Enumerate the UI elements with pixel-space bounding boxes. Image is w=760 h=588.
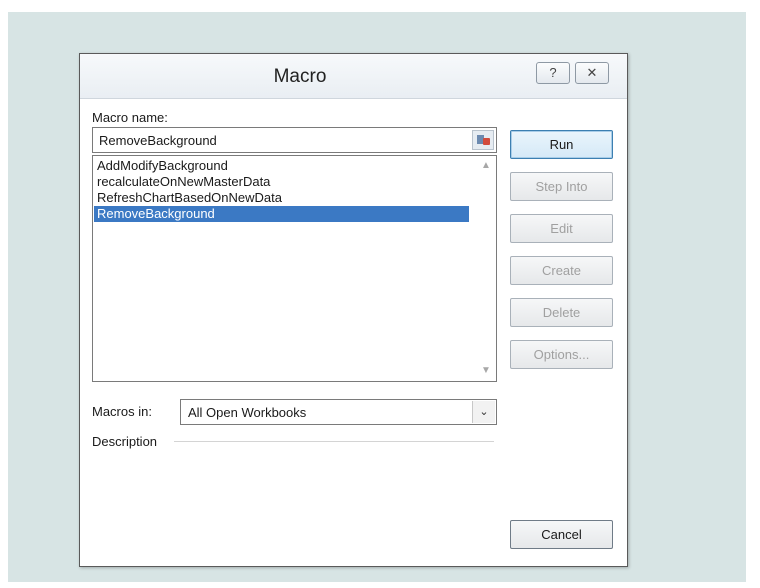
dialog-title: Macro xyxy=(273,66,327,87)
macros-in-label-text: Macros in: xyxy=(92,404,152,419)
description-label: Description xyxy=(92,434,158,449)
macro-name-input[interactable]: RemoveBackground xyxy=(92,127,497,153)
delete-button[interactable]: Delete xyxy=(510,298,613,327)
range-select-arrow-icon xyxy=(483,138,490,145)
macro-name-label: Macro name: xyxy=(92,110,168,125)
close-icon: ✕ xyxy=(586,65,598,80)
collapse-dialog-button[interactable] xyxy=(472,130,494,150)
list-item[interactable]: AddModifyBackground xyxy=(94,158,469,174)
edit-button[interactable]: Edit xyxy=(510,214,613,243)
create-button[interactable]: Create xyxy=(510,256,613,285)
help-button[interactable]: ? xyxy=(536,62,570,84)
macro-list-scrollbar[interactable]: ▲ ▼ xyxy=(476,156,496,381)
macro-list-items: AddModifyBackground recalculateOnNewMaste… xyxy=(94,158,469,222)
macro-name-value: RemoveBackground xyxy=(99,133,217,148)
list-item[interactable]: RefreshChartBasedOnNewData xyxy=(94,190,469,206)
macro-list[interactable]: AddModifyBackground recalculateOnNewMaste… xyxy=(92,155,497,382)
chevron-down-icon[interactable]: ⌄ xyxy=(472,401,495,423)
title-bar: Macro ? ✕ xyxy=(80,54,627,99)
cancel-button[interactable]: Cancel xyxy=(510,520,613,549)
description-divider xyxy=(174,441,494,442)
macro-dialog: Macro ? ✕ Macro name: RemoveBackground A… xyxy=(79,53,628,567)
question-mark-icon: ? xyxy=(549,65,557,80)
list-item[interactable]: recalculateOnNewMasterData xyxy=(94,174,469,190)
list-item[interactable]: RemoveBackground xyxy=(94,206,469,222)
scroll-down-arrow-icon[interactable]: ▼ xyxy=(476,363,496,379)
macros-in-label: Macros in: xyxy=(92,404,152,419)
options-button[interactable]: Options... xyxy=(510,340,613,369)
macros-in-value: All Open Workbooks xyxy=(188,405,307,420)
scroll-up-arrow-icon[interactable]: ▲ xyxy=(476,158,496,174)
step-into-button[interactable]: Step Into xyxy=(510,172,613,201)
macros-in-select[interactable]: All Open Workbooks ⌄ xyxy=(180,399,497,425)
close-button[interactable]: ✕ xyxy=(575,62,609,84)
macro-name-label-text: Macro name: xyxy=(92,110,168,125)
run-button[interactable]: Run xyxy=(510,130,613,159)
